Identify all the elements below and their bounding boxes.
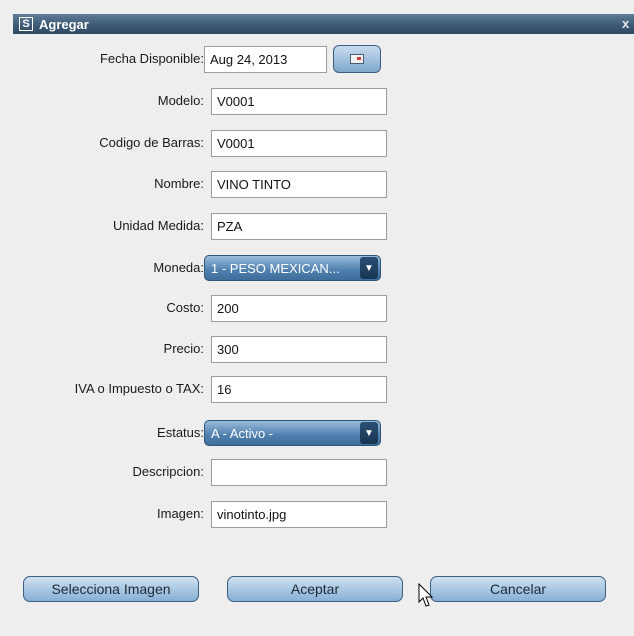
mouse-pointer-icon bbox=[418, 583, 434, 607]
descripcion-label: Descripcion: bbox=[132, 464, 204, 479]
aceptar-button[interactable]: Aceptar bbox=[227, 576, 403, 602]
iva-field[interactable] bbox=[211, 376, 387, 403]
nombre-field[interactable] bbox=[211, 171, 387, 198]
codigo-label: Codigo de Barras: bbox=[99, 135, 204, 150]
chevron-down-icon[interactable]: ▼ bbox=[360, 257, 378, 279]
chevron-down-icon[interactable]: ▼ bbox=[360, 422, 378, 444]
imagen-label: Imagen: bbox=[157, 506, 204, 521]
moneda-label: Moneda: bbox=[153, 260, 204, 275]
moneda-select[interactable]: 1 - PESO MEXICAN... ▼ bbox=[204, 255, 381, 281]
fecha-field[interactable] bbox=[204, 46, 327, 73]
app-logo-icon: S bbox=[19, 17, 33, 31]
nombre-label: Nombre: bbox=[154, 176, 204, 191]
iva-label: IVA o Impuesto o TAX: bbox=[74, 381, 204, 396]
moneda-selected-value: 1 - PESO MEXICAN... bbox=[211, 260, 340, 276]
agregar-dialog: S Agregar x Fecha Disponible: Modelo: Co… bbox=[0, 0, 634, 636]
costo-label: Costo: bbox=[166, 300, 204, 315]
unidad-label: Unidad Medida: bbox=[112, 218, 204, 233]
title-bar[interactable]: S Agregar x bbox=[13, 14, 634, 34]
estatus-selected-value: A - Activo - bbox=[211, 425, 274, 441]
costo-field[interactable] bbox=[211, 295, 387, 322]
descripcion-field[interactable] bbox=[211, 459, 387, 486]
precio-label: Precio: bbox=[163, 341, 204, 356]
window-title: Agregar bbox=[39, 16, 89, 32]
close-icon[interactable]: x bbox=[622, 16, 634, 32]
estatus-select[interactable]: A - Activo - ▼ bbox=[204, 420, 381, 446]
unidad-field[interactable] bbox=[211, 213, 387, 240]
calendar-button[interactable] bbox=[333, 45, 381, 73]
modelo-label: Modelo: bbox=[157, 93, 204, 108]
imagen-field[interactable] bbox=[211, 501, 387, 528]
precio-field[interactable] bbox=[211, 336, 387, 363]
modelo-field[interactable] bbox=[211, 88, 387, 115]
codigo-field[interactable] bbox=[211, 130, 387, 157]
cancelar-button[interactable]: Cancelar bbox=[430, 576, 606, 602]
selecciona-imagen-button[interactable]: Selecciona Imagen bbox=[23, 576, 199, 602]
fecha-label: Fecha Disponible: bbox=[99, 51, 204, 66]
estatus-label: Estatus: bbox=[157, 425, 204, 440]
calendar-icon bbox=[350, 54, 364, 64]
